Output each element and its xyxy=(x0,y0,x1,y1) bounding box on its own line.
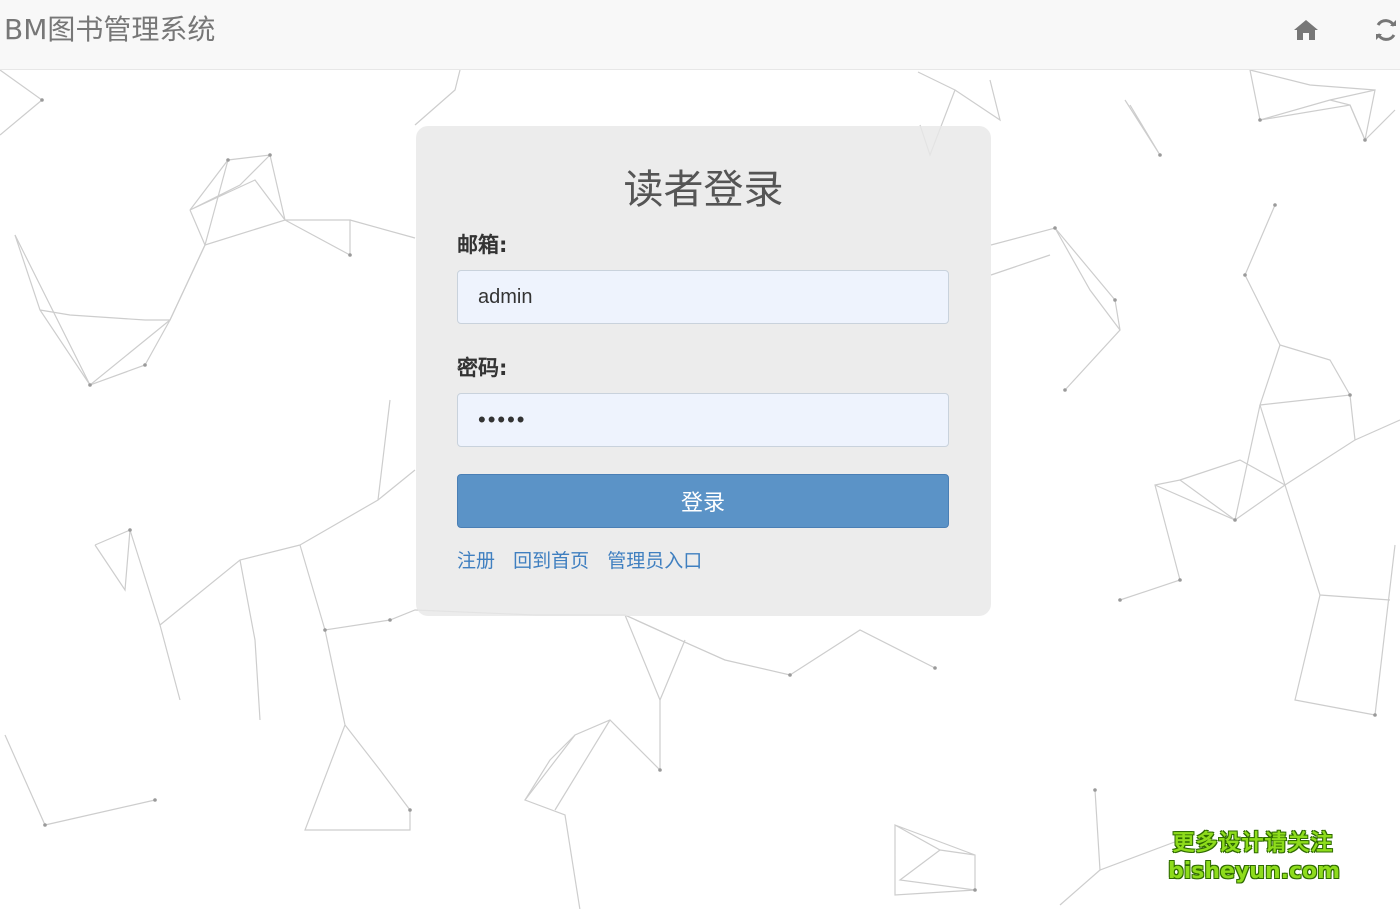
login-card: 读者登录 邮箱: 密码: 登录 注册 回到首页 管理员入口 xyxy=(416,126,991,616)
home-icon[interactable] xyxy=(1292,16,1320,44)
back-home-link[interactable]: 回到首页 xyxy=(513,550,589,572)
login-title: 读者登录 xyxy=(623,167,784,213)
refresh-icon[interactable] xyxy=(1372,16,1400,44)
watermark-line-1: 更多设计请关注 xyxy=(1172,831,1334,856)
password-input[interactable] xyxy=(457,393,949,447)
brand-title[interactable]: BM图书管理系统 xyxy=(4,10,215,50)
watermark-line-2: bisheyun.com xyxy=(1168,859,1341,884)
register-link[interactable]: 注册 xyxy=(457,550,495,572)
admin-entry-link[interactable]: 管理员入口 xyxy=(607,550,702,572)
login-links: 注册 回到首页 管理员入口 xyxy=(457,546,715,576)
navbar: BM图书管理系统 xyxy=(0,0,1400,70)
watermark: 更多设计请关注 bisheyun.com xyxy=(1168,830,1341,886)
password-label: 密码: xyxy=(457,356,508,380)
login-button[interactable]: 登录 xyxy=(457,474,949,528)
email-label: 邮箱: xyxy=(457,233,508,257)
email-input[interactable] xyxy=(457,270,949,324)
